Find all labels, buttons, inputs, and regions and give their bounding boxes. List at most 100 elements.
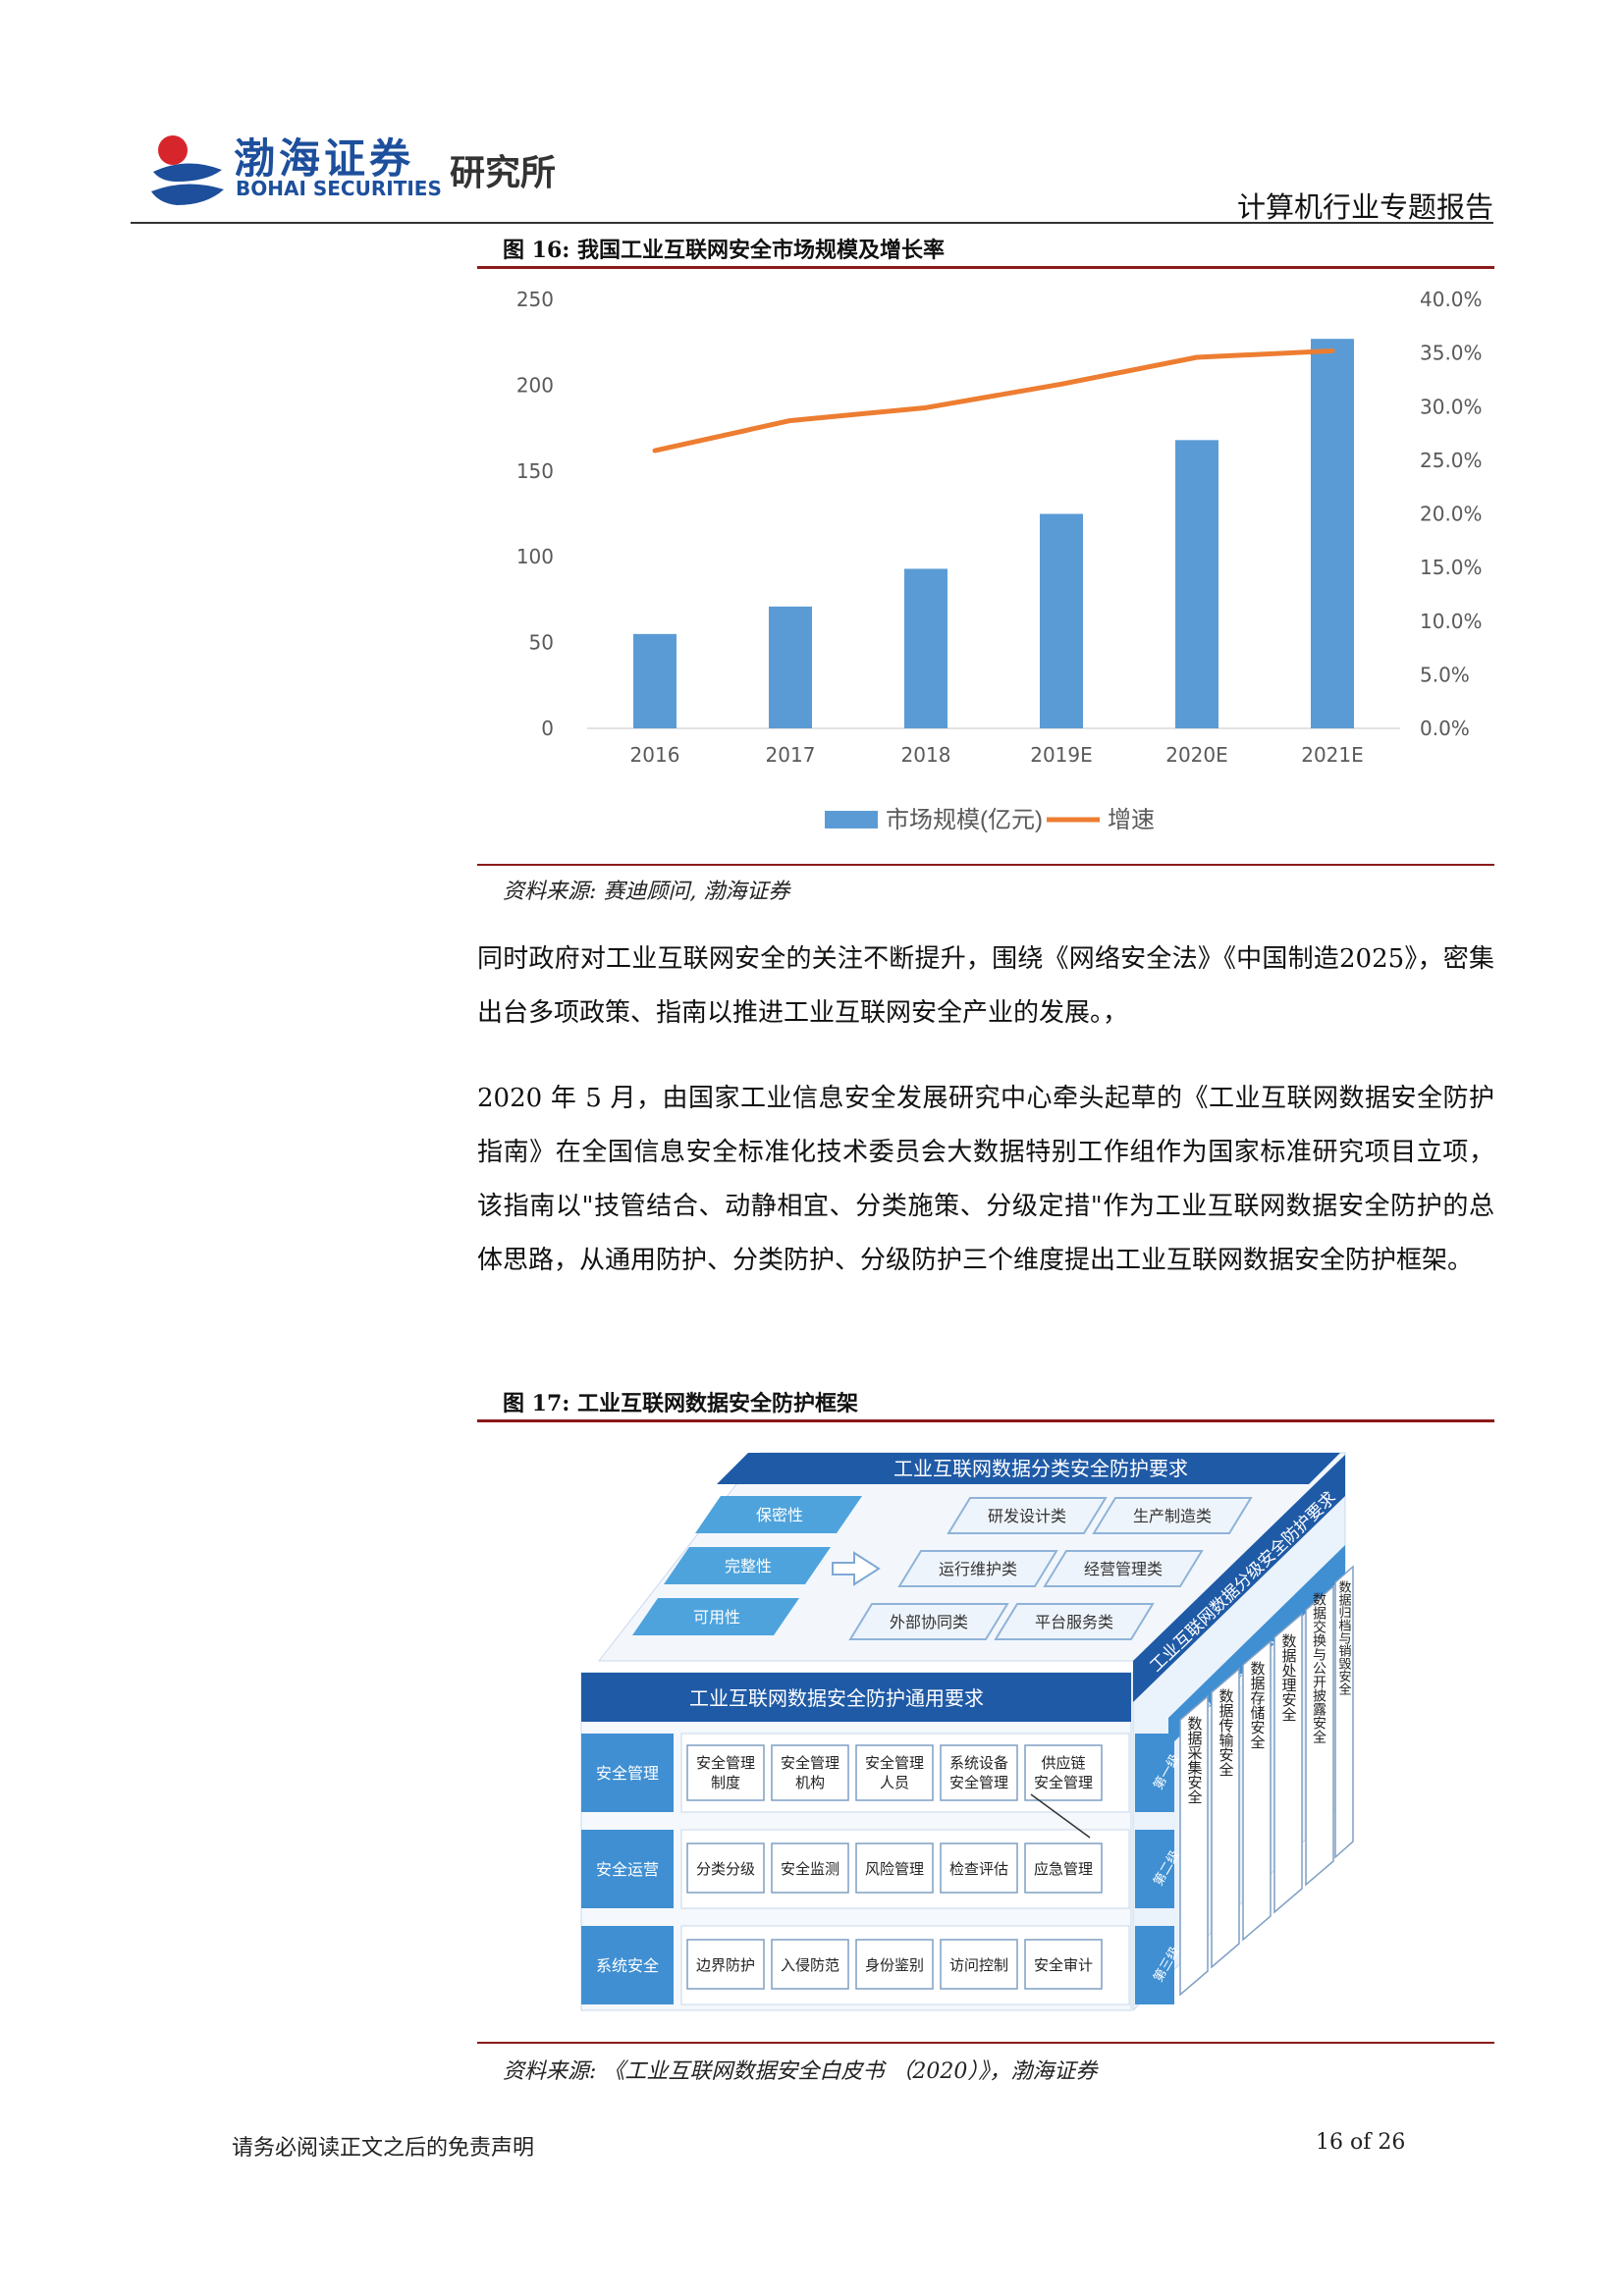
row2-item-1: 分类分级 xyxy=(696,1861,755,1878)
right-tick-label: 0.0% xyxy=(1420,717,1470,740)
left-tick-label: 150 xyxy=(516,459,554,483)
report-title: 计算机行业专题报告 xyxy=(1236,190,1493,224)
bar-2017 xyxy=(769,606,812,728)
right-tick-label: 15.0% xyxy=(1420,556,1483,579)
row1-item-box-2 xyxy=(771,1744,849,1801)
category-label: 2016 xyxy=(630,743,680,767)
paragraph-1: 同时政府对工业互联网安全的关注不断提升，围绕《网络安全法》《中国制造2025》，… xyxy=(477,944,1494,1028)
row2-item-4: 检查评估 xyxy=(949,1861,1008,1878)
market-size-chart: 0 50 100 150 200 250 0.0% 5.0% 10.0% 15.0% 20.0% 2… xyxy=(516,288,1483,833)
lifecycle-label-4: 数据处理安全 xyxy=(1280,1633,1297,1722)
lifecycle-label-6: 数据归档与销毁安全 xyxy=(1337,1580,1352,1695)
category-labels: 2016 2017 2018 2019E 2020E 2021E xyxy=(630,743,1364,767)
property-label-2: 完整性 xyxy=(725,1558,772,1575)
category-label-3: 运行维护类 xyxy=(939,1561,1017,1578)
right-tick-label: 35.0% xyxy=(1420,342,1483,365)
figure17-caption: 图 17: 工业互联网数据安全防护框架 xyxy=(503,1391,859,1416)
page-number: 16 of 26 xyxy=(1316,2130,1406,2155)
row1-item-1b: 制度 xyxy=(711,1775,740,1791)
right-tick-label: 25.0% xyxy=(1420,449,1483,472)
institute-name: 研究所 xyxy=(450,153,557,193)
property-label-1: 保密性 xyxy=(756,1507,803,1524)
category-label: 2020E xyxy=(1165,743,1228,767)
category-label: 2021E xyxy=(1301,743,1364,767)
growth-rate-line xyxy=(652,347,1335,454)
left-tick-label: 50 xyxy=(529,631,554,655)
row-label-2: 安全运营 xyxy=(596,1861,659,1879)
front-title: 工业互联网数据安全防护通用要求 xyxy=(689,1687,984,1710)
right-tick-label: 40.0% xyxy=(1420,288,1483,311)
row2-item-3: 风险管理 xyxy=(865,1861,924,1878)
category-label-6: 平台服务类 xyxy=(1035,1614,1113,1631)
row3-item-2: 入侵防范 xyxy=(781,1957,839,1974)
row1-item-5: 供应链 xyxy=(1041,1754,1085,1772)
row1-item-3: 安全管理 xyxy=(865,1754,924,1772)
row-label-1: 安全管理 xyxy=(596,1765,659,1783)
bar-2019E xyxy=(1040,513,1083,728)
right-tick-label: 5.0% xyxy=(1420,663,1470,686)
figure16-source: 资料来源: 赛迪顾问, 渤海证券 xyxy=(503,880,790,904)
category-label-4: 经营管理类 xyxy=(1084,1561,1163,1578)
paragraph-2: 2020 年 5 月，由国家工业信息安全发展研究中心牵头起草的《工业互联网数据安… xyxy=(477,1084,1494,1275)
category-label: 2017 xyxy=(766,743,816,767)
lifecycle-label-2: 数据传输安全 xyxy=(1218,1688,1234,1777)
left-tick-label: 0 xyxy=(541,717,554,740)
right-axis-ticks: 0.0% 5.0% 10.0% 15.0% 20.0% 25.0% 30.0% 35.0% 40… xyxy=(1420,288,1483,740)
category-label-2: 生产制造类 xyxy=(1133,1508,1212,1525)
category-label: 2019E xyxy=(1030,743,1093,767)
data-security-framework-diagram: 工业互联网数据分类安全防护要求 保密性 完整性 可用性 研发设计类 生产制造类 … xyxy=(580,1452,1354,2012)
lifecycle-label-3: 数据存储安全 xyxy=(1249,1661,1266,1749)
row1-item-2: 安全管理 xyxy=(781,1754,839,1772)
row1-item-box-5 xyxy=(1024,1744,1103,1801)
right-tick-label: 10.0% xyxy=(1420,610,1483,633)
bar-2020E xyxy=(1175,440,1218,728)
lifecycle-label-1: 数据采集安全 xyxy=(1186,1716,1203,1804)
figure17-top-rule xyxy=(477,1419,1494,1422)
figure17-source: 资料来源: 《工业互联网数据安全白皮书 （2020）》，渤海证券 xyxy=(503,2059,1098,2084)
top-title: 工业互联网数据分类安全防护要求 xyxy=(893,1458,1188,1480)
row3-item-4: 访问控制 xyxy=(949,1957,1008,1974)
row-items-1: 安全管理 制度 安全管理 机构 安全管理 人员 系统设备 安全管理 供应链 安全… xyxy=(686,1744,1103,1801)
category-label-1: 研发设计类 xyxy=(988,1508,1066,1525)
figure16-top-rule xyxy=(477,266,1494,269)
row1-item-3b: 人员 xyxy=(880,1775,909,1791)
row1-item-2b: 机构 xyxy=(795,1775,825,1791)
lifecycle-label-5: 数据交换与公开披露安全 xyxy=(1312,1592,1327,1743)
property-label-3: 可用性 xyxy=(693,1609,740,1627)
row-label-3: 系统安全 xyxy=(596,1957,659,1975)
left-axis-ticks: 0 50 100 150 200 250 xyxy=(516,288,554,740)
row1-item-4b: 安全管理 xyxy=(949,1774,1008,1791)
left-tick-label: 250 xyxy=(516,288,554,311)
row2-item-5: 应急管理 xyxy=(1034,1860,1093,1878)
left-tick-label: 100 xyxy=(516,545,554,568)
chart-legend: 市场规模(亿元) 增速 xyxy=(825,807,1155,833)
figure16-caption: 图 16: 我国工业互联网安全市场规模及增长率 xyxy=(503,238,946,263)
legend-line-label: 增速 xyxy=(1108,807,1155,833)
row3-item-5: 安全审计 xyxy=(1034,1956,1093,1974)
row1-item-box-3 xyxy=(855,1744,934,1801)
row-items-2: 分类分级 安全监测 风险管理 检查评估 应急管理 xyxy=(686,1842,1103,1894)
right-tick-label: 30.0% xyxy=(1420,395,1483,418)
footer-disclaimer: 请务必阅读正文之后的免责声明 xyxy=(232,2136,535,2161)
row1-item-4: 系统设备 xyxy=(949,1755,1008,1772)
row1-item-1: 安全管理 xyxy=(696,1754,755,1772)
row3-item-1: 边界防护 xyxy=(696,1957,755,1974)
row2-item-2: 安全监测 xyxy=(781,1860,839,1878)
figure17-bottom-rule xyxy=(477,2042,1494,2044)
row1-item-box-4 xyxy=(940,1744,1018,1801)
row1-item-box-1 xyxy=(686,1744,765,1801)
bar-2021E xyxy=(1311,339,1354,728)
left-tick-label: 200 xyxy=(516,373,554,397)
logo-english-name: BOHAI SECURITIES xyxy=(236,177,442,200)
legend-bar-label: 市场规模(亿元) xyxy=(886,807,1043,833)
row3-item-3: 身份鉴别 xyxy=(865,1957,924,1974)
row-items-3: 边界防护 入侵防范 身份鉴别 访问控制 安全审计 xyxy=(686,1939,1103,1990)
figure16-bottom-rule xyxy=(477,864,1494,866)
bar-2016 xyxy=(633,633,677,728)
bar-2018 xyxy=(904,568,947,728)
row1-item-5b: 安全管理 xyxy=(1034,1774,1093,1791)
bohai-logo-icon xyxy=(151,135,224,205)
right-tick-label: 20.0% xyxy=(1420,503,1483,526)
legend-bar-swatch xyxy=(825,811,878,828)
category-label-5: 外部协同类 xyxy=(890,1614,968,1631)
